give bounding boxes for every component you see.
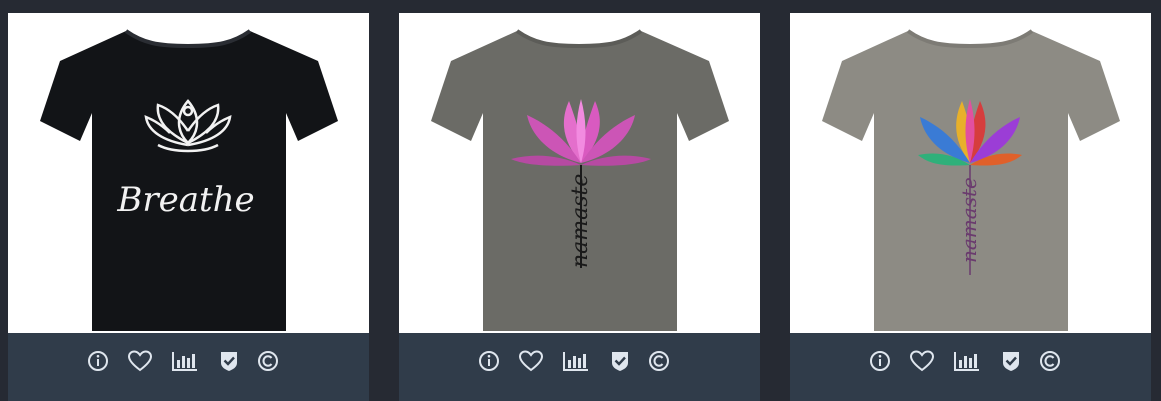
heart-icon[interactable] — [519, 349, 543, 373]
product-image[interactable]: namaste — [399, 13, 760, 333]
chart-icon[interactable] — [953, 349, 981, 373]
heart-icon[interactable] — [910, 349, 934, 373]
copyright-icon[interactable] — [256, 349, 280, 373]
design-text: namaste — [568, 174, 593, 268]
product-card[interactable]: namaste — [790, 13, 1151, 401]
info-icon[interactable] — [477, 349, 501, 373]
info-icon[interactable] — [868, 349, 892, 373]
product-image[interactable]: Breathe — [8, 13, 369, 333]
design-text: Breathe — [116, 180, 254, 220]
product-card[interactable]: Breathe — [8, 13, 369, 401]
product-image[interactable]: namaste — [790, 13, 1151, 333]
heart-icon[interactable] — [128, 349, 152, 373]
tshirt-image: namaste — [822, 29, 1120, 331]
chart-icon[interactable] — [171, 349, 199, 373]
info-icon[interactable] — [86, 349, 110, 373]
copyright-icon[interactable] — [647, 349, 671, 373]
shield-check-icon[interactable] — [217, 349, 241, 373]
tshirt-image: Breathe — [40, 29, 338, 331]
shield-check-icon[interactable] — [999, 349, 1023, 373]
design-text: namaste — [957, 177, 981, 263]
copyright-icon[interactable] — [1038, 349, 1062, 373]
tshirt-image: namaste — [431, 29, 729, 331]
shield-check-icon[interactable] — [608, 349, 632, 373]
chart-icon[interactable] — [562, 349, 590, 373]
product-card[interactable]: namaste — [399, 13, 760, 401]
